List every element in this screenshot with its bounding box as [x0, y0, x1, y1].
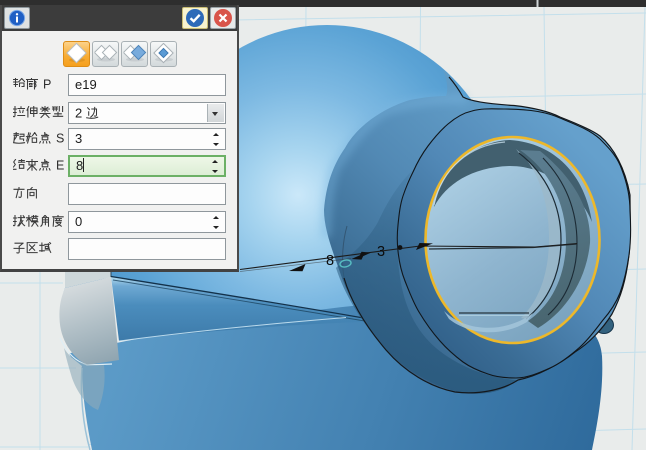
svg-text:E: E: [56, 159, 64, 172]
svg-text:8: 8: [326, 253, 334, 269]
svg-text:3: 3: [377, 244, 385, 260]
svg-text:2: 2: [75, 106, 82, 120]
svg-text:S: S: [56, 132, 64, 145]
svg-text:P: P: [43, 78, 51, 91]
